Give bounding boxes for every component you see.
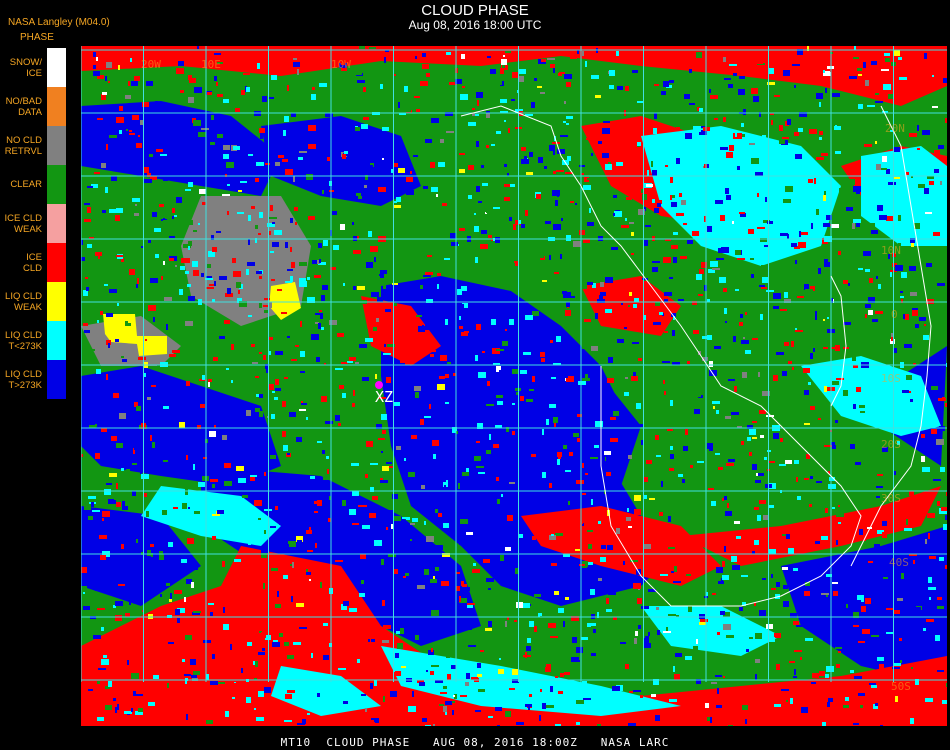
map-timestamp: Aug 08, 2016 18:00 UTC bbox=[408, 18, 542, 32]
legend-item: NO CLD RETRVL bbox=[0, 126, 66, 165]
grid-label: 10N bbox=[881, 244, 901, 257]
legend-item: ICE CLD bbox=[0, 243, 66, 282]
legend-item-label: ICE CLD WEAK bbox=[4, 212, 42, 235]
legend-item: LIQ CLD T>273K bbox=[0, 360, 66, 399]
grid-label: 40S bbox=[889, 556, 909, 569]
legend-item: ICE CLD WEAK bbox=[0, 204, 66, 243]
map-title: CLOUD PHASE bbox=[421, 2, 529, 19]
grid-label: 30S bbox=[881, 492, 901, 505]
legend-item-label: LIQ CLD T>273K bbox=[5, 368, 42, 391]
legend-swatch bbox=[47, 204, 66, 243]
legend-item-label: ICE CLD bbox=[22, 251, 42, 274]
footer-caption: MT10 CLOUD PHASE AUG 08, 2016 18:00Z NAS… bbox=[280, 736, 670, 749]
cloud-phase-map[interactable]: 20N 10N 0 10S 20S 30S 40S 50S 20W 10W 10E XZ bbox=[81, 46, 947, 726]
legend-item: SNOW/ICE bbox=[0, 48, 66, 87]
legend-item-label: LIQ CLD T<273K bbox=[5, 329, 42, 352]
legend-item-label: LIQ CLD WEAK bbox=[5, 290, 42, 313]
grid-label: 20S bbox=[881, 438, 901, 451]
grid-label: 20N bbox=[885, 122, 905, 135]
legend-item-label: CLEAR bbox=[10, 179, 42, 190]
product-label: NASA Langley (M04.0) bbox=[8, 17, 110, 28]
legend-swatch bbox=[47, 321, 66, 360]
legend-swatch bbox=[47, 87, 66, 126]
legend-swatch bbox=[47, 48, 66, 87]
legend-item: CLEAR bbox=[0, 165, 66, 204]
legend-item-label: NO CLD RETRVL bbox=[4, 134, 42, 157]
legend-item-label: SNOW/ICE bbox=[9, 56, 42, 79]
grid-label: 50S bbox=[891, 680, 911, 693]
legend-swatch bbox=[47, 243, 66, 282]
legend-swatch bbox=[47, 360, 66, 399]
legend-item: LIQ CLD T<273K bbox=[0, 321, 66, 360]
grid-label: 10E bbox=[201, 58, 221, 71]
legend-swatch bbox=[47, 126, 66, 165]
grid-label: 10W bbox=[331, 58, 351, 71]
grid-label: 20W bbox=[141, 58, 161, 71]
legend-item-label: NO/BAD DATA bbox=[5, 95, 42, 118]
grid-label: 10S bbox=[881, 372, 901, 385]
legend-swatch bbox=[47, 165, 66, 204]
legend-title: PHASE bbox=[20, 32, 54, 43]
legend-swatch bbox=[47, 282, 66, 321]
grid-label: 0 bbox=[891, 308, 898, 321]
site-marker-label: XZ bbox=[375, 388, 393, 406]
legend-item: LIQ CLD WEAK bbox=[0, 282, 66, 321]
legend-item: NO/BAD DATA bbox=[0, 87, 66, 126]
